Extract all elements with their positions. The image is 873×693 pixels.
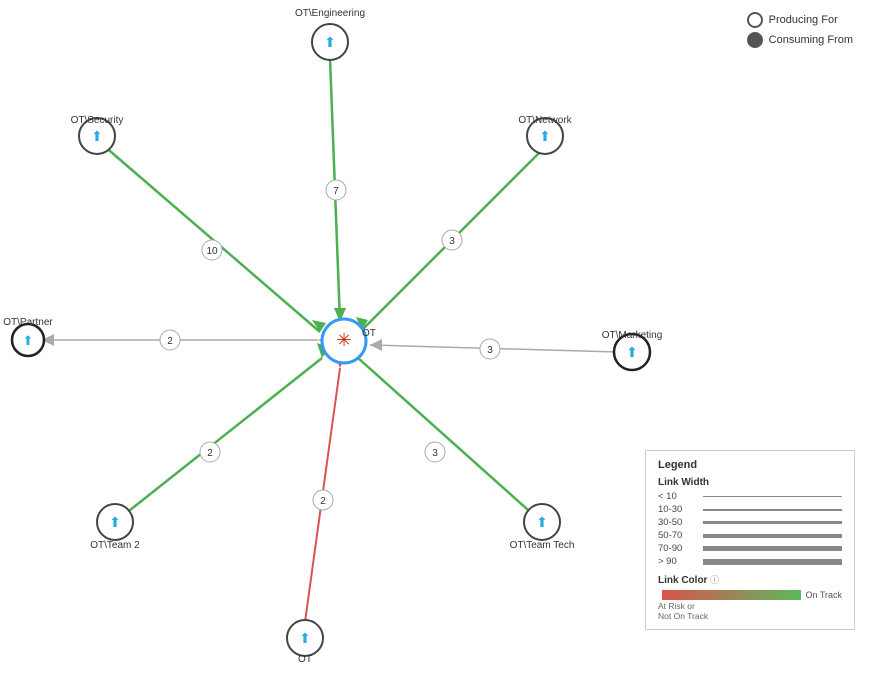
legend-label-50-70: 50-70 [658, 530, 703, 541]
svg-text:⬆: ⬆ [23, 333, 34, 348]
svg-text:⬆: ⬆ [324, 34, 336, 50]
producing-for-icon [747, 12, 763, 28]
producing-for-label: Producing For [769, 14, 838, 26]
svg-text:⬆: ⬆ [539, 128, 551, 144]
link-width-title: Link Width [658, 477, 842, 488]
svg-text:2: 2 [320, 496, 326, 507]
svg-text:2: 2 [167, 336, 173, 347]
legend-box: Legend Link Width < 10 10-30 30-50 50-70… [645, 450, 855, 630]
legend-line-50-70 [703, 534, 842, 538]
svg-text:OT\Marketing: OT\Marketing [602, 330, 663, 341]
legend-title: Legend [658, 459, 842, 471]
link-color-title: Link Color ⓘ [658, 573, 842, 586]
legend-row-50-70: 50-70 [658, 530, 842, 541]
legend-label-30-50: 30-50 [658, 517, 703, 528]
svg-text:OT: OT [362, 328, 376, 339]
consuming-from-legend-item: Consuming From [747, 32, 853, 48]
legend-label-lt10: < 10 [658, 491, 703, 502]
legend-line-10-30 [703, 509, 842, 511]
svg-text:✳: ✳ [336, 330, 351, 350]
color-label-right: On Track [805, 590, 842, 600]
svg-text:⬆: ⬆ [626, 344, 638, 360]
svg-text:3: 3 [449, 236, 455, 247]
svg-text:10: 10 [206, 246, 218, 257]
legend-row-10-30: 10-30 [658, 504, 842, 515]
color-sub-labels: At Risk orNot On Track [658, 601, 842, 621]
legend-line-gt90 [703, 559, 842, 565]
legend-line-70-90 [703, 546, 842, 551]
svg-text:3: 3 [432, 448, 438, 459]
svg-text:⬆: ⬆ [91, 128, 103, 144]
svg-text:⬆: ⬆ [109, 514, 121, 530]
legend-row-gt90: > 90 [658, 556, 842, 567]
svg-text:7: 7 [333, 186, 339, 197]
top-legend: Producing For Consuming From [747, 12, 853, 52]
svg-text:OT\Partner: OT\Partner [3, 317, 53, 328]
svg-text:OT\Security: OT\Security [71, 115, 124, 126]
svg-text:2: 2 [207, 448, 213, 459]
link-color-title-text: Link Color [658, 575, 707, 586]
color-bar [662, 590, 801, 600]
consuming-from-icon [747, 32, 763, 48]
legend-label-10-30: 10-30 [658, 504, 703, 515]
legend-row-30-50: 30-50 [658, 517, 842, 528]
legend-row-lt10: < 10 [658, 491, 842, 502]
svg-text:⬆: ⬆ [536, 514, 548, 530]
legend-line-lt10 [703, 496, 842, 497]
legend-row-70-90: 70-90 [658, 543, 842, 554]
color-sub-left: At Risk orNot On Track [658, 601, 708, 621]
link-color-info-icon: ⓘ [710, 575, 719, 585]
svg-text:⬆: ⬆ [299, 630, 311, 646]
svg-text:3: 3 [487, 345, 493, 356]
legend-label-gt90: > 90 [658, 556, 703, 567]
legend-line-30-50 [703, 521, 842, 524]
svg-text:OT\Engineering: OT\Engineering [295, 8, 365, 19]
producing-for-legend-item: Producing For [747, 12, 853, 28]
color-bar-row: On Track [658, 590, 842, 600]
svg-text:OT\Team Tech: OT\Team Tech [510, 540, 575, 551]
svg-text:OT\Team 2: OT\Team 2 [90, 540, 140, 551]
legend-label-70-90: 70-90 [658, 543, 703, 554]
svg-text:OT: OT [298, 654, 312, 665]
svg-text:OT\Network: OT\Network [518, 115, 572, 126]
consuming-from-label: Consuming From [769, 34, 853, 46]
